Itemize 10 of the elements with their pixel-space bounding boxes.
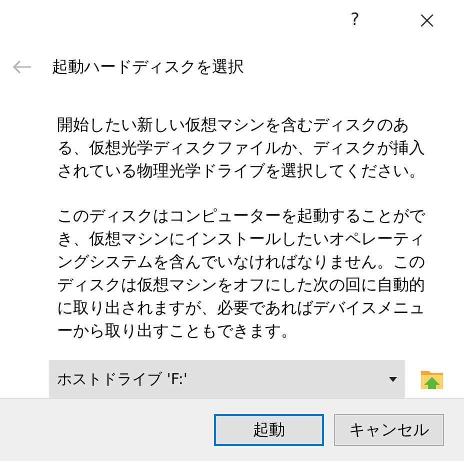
back-arrow-icon[interactable] <box>12 60 32 74</box>
description-text: 開始したい新しい仮想マシンを含むディスクのある、仮想光学ディスクファイルか、ディスクが挿入されている物理光学ドライブを選択してください。 <box>57 114 426 182</box>
close-button[interactable]: × <box>404 0 450 40</box>
page-title: 起動ハードディスクを選択 <box>52 56 244 78</box>
dialog-button[interactable]: 起動 <box>214 414 324 446</box>
dialog-button[interactable]: キャンセル <box>334 414 444 446</box>
dropdown-caret-icon <box>389 376 397 382</box>
description-text: このディスクはコンピューターを起動することができ、仮想マシンにインストールしたいオペレーティングシステムを含んでいなければなりません。このディスクは仮想マシンをオフにした次の回に自動的に取り出されますが、必要であればデバイスメニューから取り出すこともできます。 <box>57 205 426 342</box>
drive-dropdown[interactable]: ホストドライブ 'F:' <box>49 360 405 398</box>
help-button[interactable]: ? <box>332 0 378 40</box>
